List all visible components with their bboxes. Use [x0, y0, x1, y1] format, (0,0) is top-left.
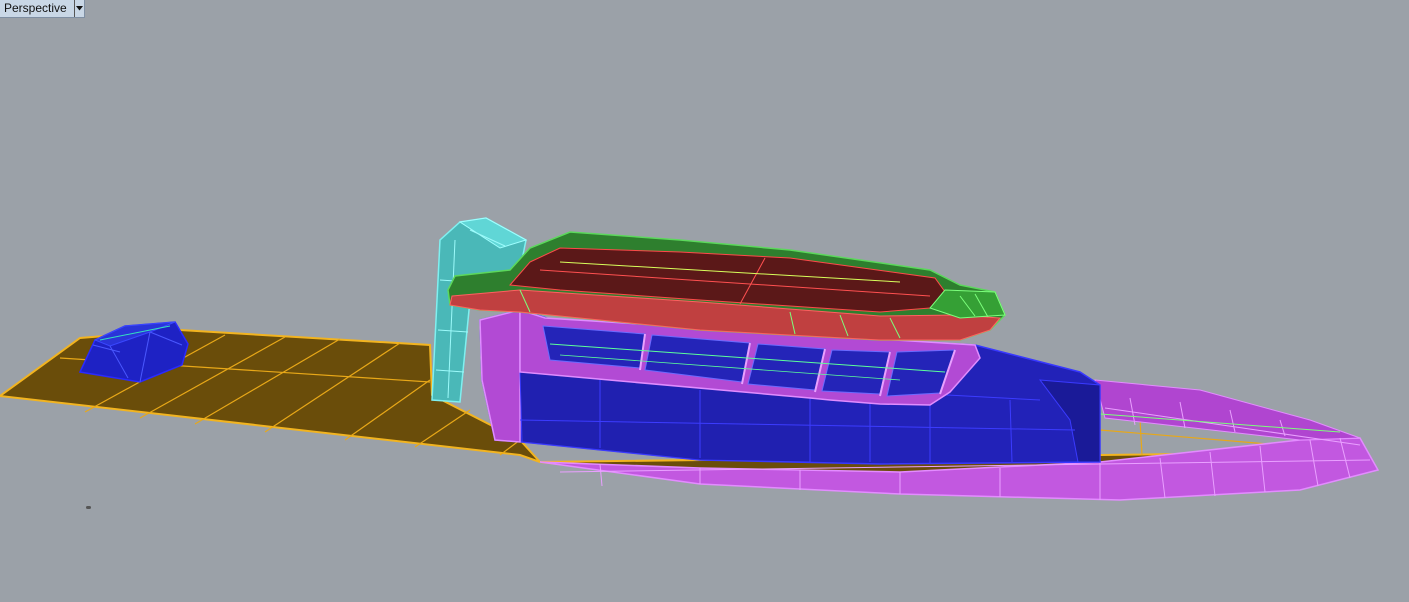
- boat-model-scene[interactable]: [0, 0, 1409, 602]
- cursor-marker: [86, 506, 91, 509]
- perspective-viewport[interactable]: Perspective: [0, 0, 1409, 602]
